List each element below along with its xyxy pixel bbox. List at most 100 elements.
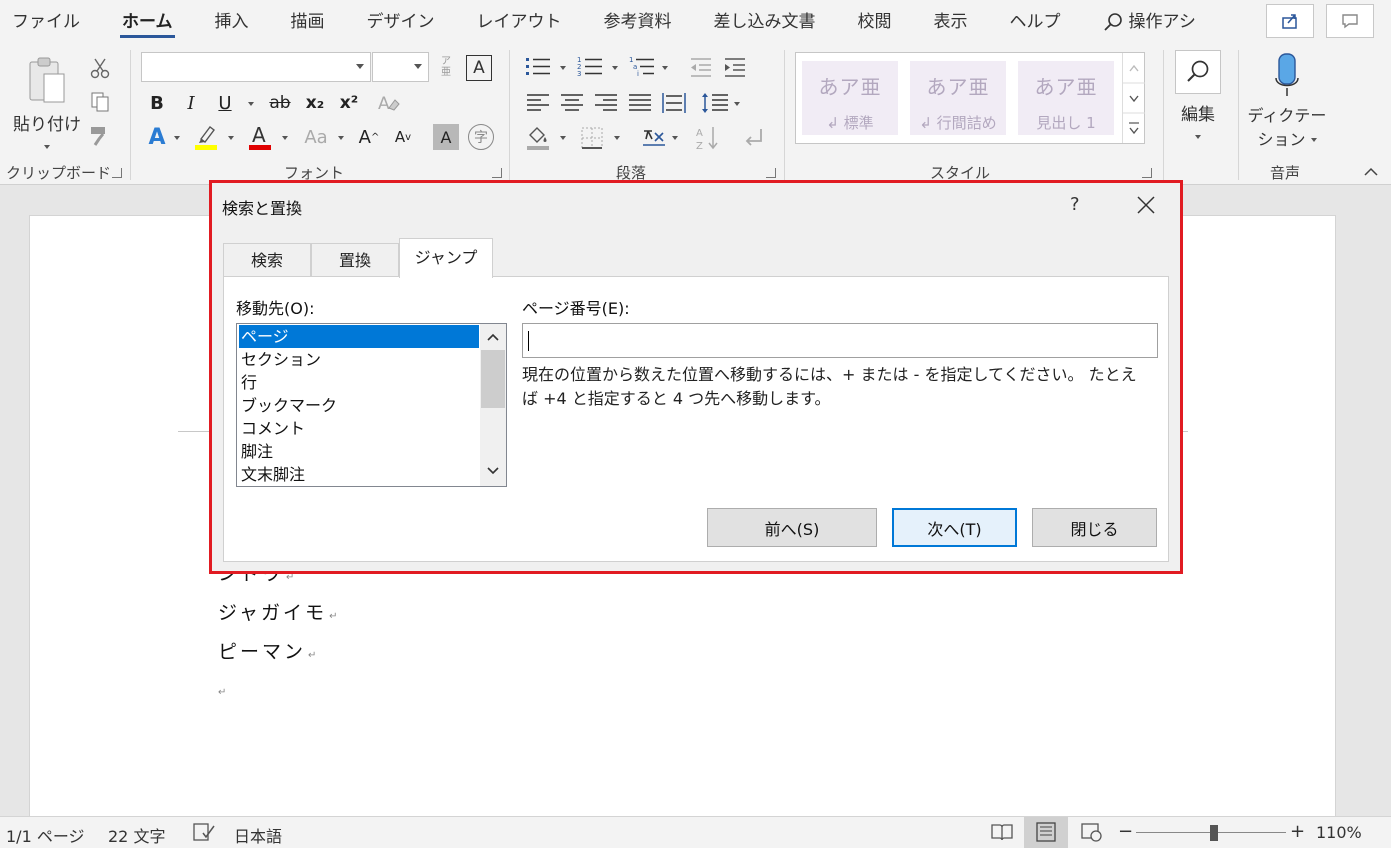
page-count[interactable]: 1/1 ページ — [6, 823, 85, 847]
justify-button[interactable] — [626, 90, 654, 116]
styles-gallery-scrollbar[interactable] — [1122, 53, 1145, 143]
change-case-button[interactable]: Aa — [298, 124, 334, 150]
font-name-combo[interactable] — [141, 52, 371, 82]
italic-button[interactable]: I — [178, 90, 204, 116]
editing-button[interactable]: 編集 — [1174, 50, 1222, 152]
copy-button[interactable] — [88, 90, 112, 114]
print-layout-icon[interactable] — [1024, 817, 1068, 848]
decrease-indent-button[interactable] — [688, 54, 714, 80]
scrollbar-thumb[interactable] — [481, 350, 505, 408]
paste-button[interactable]: 貼り付け — [10, 52, 84, 152]
underline-button[interactable]: U — [212, 90, 238, 116]
comments-button[interactable] — [1326, 4, 1374, 38]
font-launcher-icon[interactable] — [492, 168, 502, 178]
tab-layout[interactable]: レイアウト — [456, 0, 583, 44]
tab-file[interactable]: ファイル — [0, 0, 101, 44]
east-asian-layout-button[interactable] — [640, 124, 668, 152]
shrink-font-button[interactable]: Av — [390, 124, 416, 150]
line-spacing-button[interactable] — [700, 90, 730, 116]
highlight-button[interactable] — [192, 122, 220, 152]
phonetic-guide-button[interactable]: ア亜 — [436, 52, 456, 82]
change-case-dropdown-icon[interactable] — [338, 136, 344, 140]
numbering-dropdown-icon[interactable] — [612, 66, 618, 70]
language[interactable]: 日本語 — [234, 823, 282, 847]
bullets-dropdown-icon[interactable] — [560, 66, 566, 70]
character-border-button[interactable]: A — [466, 55, 492, 81]
tab-home[interactable]: ホーム — [101, 0, 194, 44]
bullets-button[interactable] — [524, 54, 552, 80]
multilevel-list-button[interactable]: 1ai — [628, 54, 656, 80]
goto-what-list[interactable]: ページ セクション 行 ブックマーク コメント 脚注 文末脚注 — [236, 323, 507, 487]
tab-references[interactable]: 参考資料 — [583, 0, 693, 44]
chevron-up-icon[interactable] — [486, 332, 500, 342]
tab-draw[interactable]: 描画 — [270, 0, 346, 44]
list-item[interactable]: 行 — [239, 371, 479, 394]
zoom-in-icon[interactable]: + — [1290, 821, 1305, 842]
borders-button[interactable] — [578, 124, 606, 152]
align-right-button[interactable] — [592, 90, 620, 116]
tell-me-box[interactable]: 操作アシ — [1082, 0, 1217, 44]
zoom-out-icon[interactable]: − — [1118, 821, 1133, 842]
tab-design[interactable]: デザイン — [346, 0, 456, 44]
page-number-input[interactable] — [522, 323, 1158, 358]
align-left-button[interactable] — [524, 90, 552, 116]
style-no-spacing[interactable]: あア亜 ↲ 行間詰め — [910, 61, 1006, 135]
styles-launcher-icon[interactable] — [1142, 168, 1152, 178]
chevron-down-icon[interactable] — [486, 466, 500, 476]
close-icon[interactable] — [1136, 195, 1156, 215]
underline-dropdown-icon[interactable] — [248, 102, 254, 106]
shading-button[interactable] — [524, 124, 552, 152]
grow-font-button[interactable]: A ^ — [356, 124, 382, 150]
list-item[interactable]: コメント — [239, 417, 479, 440]
dictate-button[interactable]: ディクテー ション — [1246, 52, 1328, 152]
empty-paragraph[interactable]: ↵ — [218, 678, 226, 700]
proofing-icon[interactable] — [193, 822, 215, 846]
document-line[interactable]: ピーマン ↵ — [218, 637, 316, 664]
text-effects-button[interactable]: A — [144, 124, 170, 150]
zoom-slider-thumb[interactable] — [1210, 825, 1219, 841]
web-layout-icon[interactable] — [1080, 822, 1104, 846]
tab-help[interactable]: ヘルプ — [989, 0, 1082, 44]
tab-view[interactable]: 表示 — [913, 0, 989, 44]
tab-mailings[interactable]: 差し込み文書 — [693, 0, 837, 44]
sort-button[interactable]: AZ — [694, 124, 722, 152]
style-normal[interactable]: あア亜 ↲ 標準 — [802, 61, 898, 135]
list-item[interactable]: ブックマーク — [239, 394, 479, 417]
cut-button[interactable] — [88, 56, 112, 80]
document-line[interactable]: ジャガイモ ↵ — [218, 598, 337, 625]
borders-dropdown-icon[interactable] — [614, 136, 620, 140]
share-button[interactable] — [1266, 4, 1314, 38]
word-count[interactable]: 22 文字 — [108, 823, 165, 847]
tab-review[interactable]: 校閲 — [837, 0, 913, 44]
multilevel-dropdown-icon[interactable] — [662, 66, 668, 70]
distributed-button[interactable] — [660, 90, 688, 116]
previous-button[interactable]: 前へ(S) — [707, 508, 877, 547]
font-color-button[interactable]: A — [246, 122, 274, 152]
bold-button[interactable]: B — [144, 90, 170, 116]
read-mode-icon[interactable] — [990, 822, 1014, 846]
list-item[interactable]: 脚注 — [239, 440, 479, 463]
character-shading-button[interactable]: A — [433, 124, 459, 150]
strikethrough-button[interactable]: ab — [264, 90, 296, 116]
next-button[interactable]: 次へ(T) — [892, 508, 1017, 547]
paragraph-launcher-icon[interactable] — [766, 168, 776, 178]
numbering-button[interactable]: 123 — [576, 54, 604, 80]
list-item[interactable]: ページ — [239, 325, 479, 348]
format-painter-button[interactable] — [88, 124, 112, 148]
line-spacing-dropdown-icon[interactable] — [734, 102, 740, 106]
list-item[interactable]: セクション — [239, 348, 479, 371]
superscript-button[interactable]: x² — [336, 90, 362, 116]
font-color-dropdown-icon[interactable] — [282, 136, 288, 140]
shading-dropdown-icon[interactable] — [560, 136, 566, 140]
east-asian-dropdown-icon[interactable] — [672, 136, 678, 140]
help-button[interactable]: ? — [1070, 194, 1080, 215]
text-effects-dropdown-icon[interactable] — [174, 136, 180, 140]
clear-formatting-button[interactable]: A — [374, 90, 402, 116]
tab-find[interactable]: 検索 — [223, 243, 311, 277]
subscript-button[interactable]: x₂ — [302, 90, 328, 116]
collapse-ribbon-button[interactable] — [1360, 162, 1382, 182]
clipboard-launcher-icon[interactable] — [112, 168, 122, 178]
close-button[interactable]: 閉じる — [1032, 508, 1157, 547]
tab-replace[interactable]: 置換 — [311, 243, 399, 277]
tab-insert[interactable]: 挿入 — [194, 0, 270, 44]
